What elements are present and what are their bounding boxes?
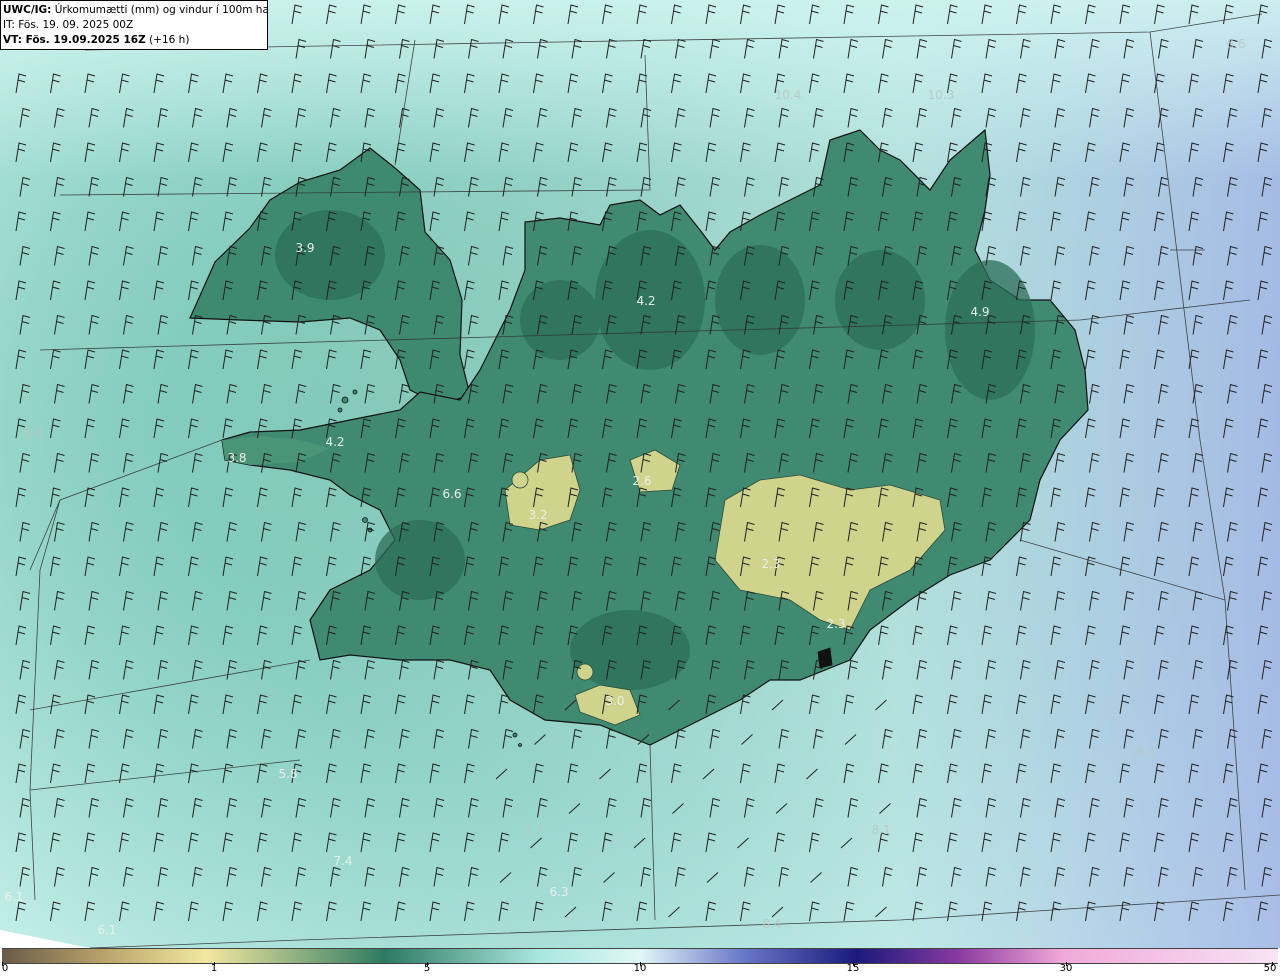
colorbar-tick-label: 5: [423, 963, 431, 974]
precip-value-label: 3.9: [295, 241, 314, 255]
colorbar-tick-label: 10: [633, 963, 647, 974]
precip-value-label: 2.3: [826, 617, 845, 631]
precip-value-label: 6.1: [97, 923, 116, 937]
colorbar-tick-label: 50: [1263, 963, 1277, 974]
precip-value-label: 10.3: [928, 88, 955, 102]
header-product-title: Úrkomumætti (mm) og vindur í 100m hæð: [51, 4, 267, 16]
header-product-line: UWC/IG: Úrkomumætti (mm) og vindur í 100…: [3, 3, 267, 18]
precip-value-label: 3.2: [528, 508, 547, 522]
precip-value-label: 4.2: [325, 435, 344, 449]
precip-value-label: 7.4: [333, 854, 352, 868]
precip-value-label: 8.1: [871, 823, 890, 837]
precip-value-label: 6.1: [4, 890, 23, 904]
forecast-map: 3.9 4.2 4.9 4.2 3.8 6.6 3.2 2.6 2.3 2.3 3.0 5.8 7.4 6…: [0, 0, 1280, 948]
colorbar-tick-label: 15: [846, 963, 860, 974]
precip-value-label: 5.8: [278, 767, 297, 781]
precip-value-label: 6.6: [442, 487, 461, 501]
header-valid-time: VT: Fös. 19.09.2025 16Z: [3, 34, 146, 46]
precip-value-label: 2.6: [632, 474, 651, 488]
colorbar-legend: 0 1 5 10 15 30 50: [0, 948, 1280, 978]
precip-value-label: 8.4: [1136, 745, 1155, 759]
precip-value-label: 3.0: [605, 694, 624, 708]
colorbar-tick-label: 1: [210, 963, 218, 974]
precip-value-label: 8.6: [23, 425, 42, 439]
precip-value-label: 4.2: [636, 294, 655, 308]
colorbar-tick-label: 0: [1, 963, 9, 974]
map-header: UWC/IG: Úrkomumætti (mm) og vindur í 100…: [0, 0, 268, 50]
precip-value-label: 8.4: [762, 917, 781, 931]
precip-value-label: 4.9: [970, 305, 989, 319]
precip-value-label: 2.3: [761, 557, 780, 571]
header-lead-time: (+16 h): [145, 34, 190, 46]
precip-value-label: 7.7: [524, 823, 543, 837]
precip-value-label: 3.8: [227, 451, 246, 465]
colorbar-tick-label: 30: [1059, 963, 1073, 974]
header-initial-time: IT: Fös. 19. 09. 2025 00Z: [3, 19, 134, 31]
precip-value-label: 6.3: [549, 885, 568, 899]
precip-value-label: 6.6: [1226, 37, 1245, 51]
precip-value-label: 10.4: [775, 88, 802, 102]
header-product-code: UWC/IG:: [3, 4, 52, 16]
header-valid-time-line: VT: Fös. 19.09.2025 16Z (+16 h): [3, 33, 267, 48]
